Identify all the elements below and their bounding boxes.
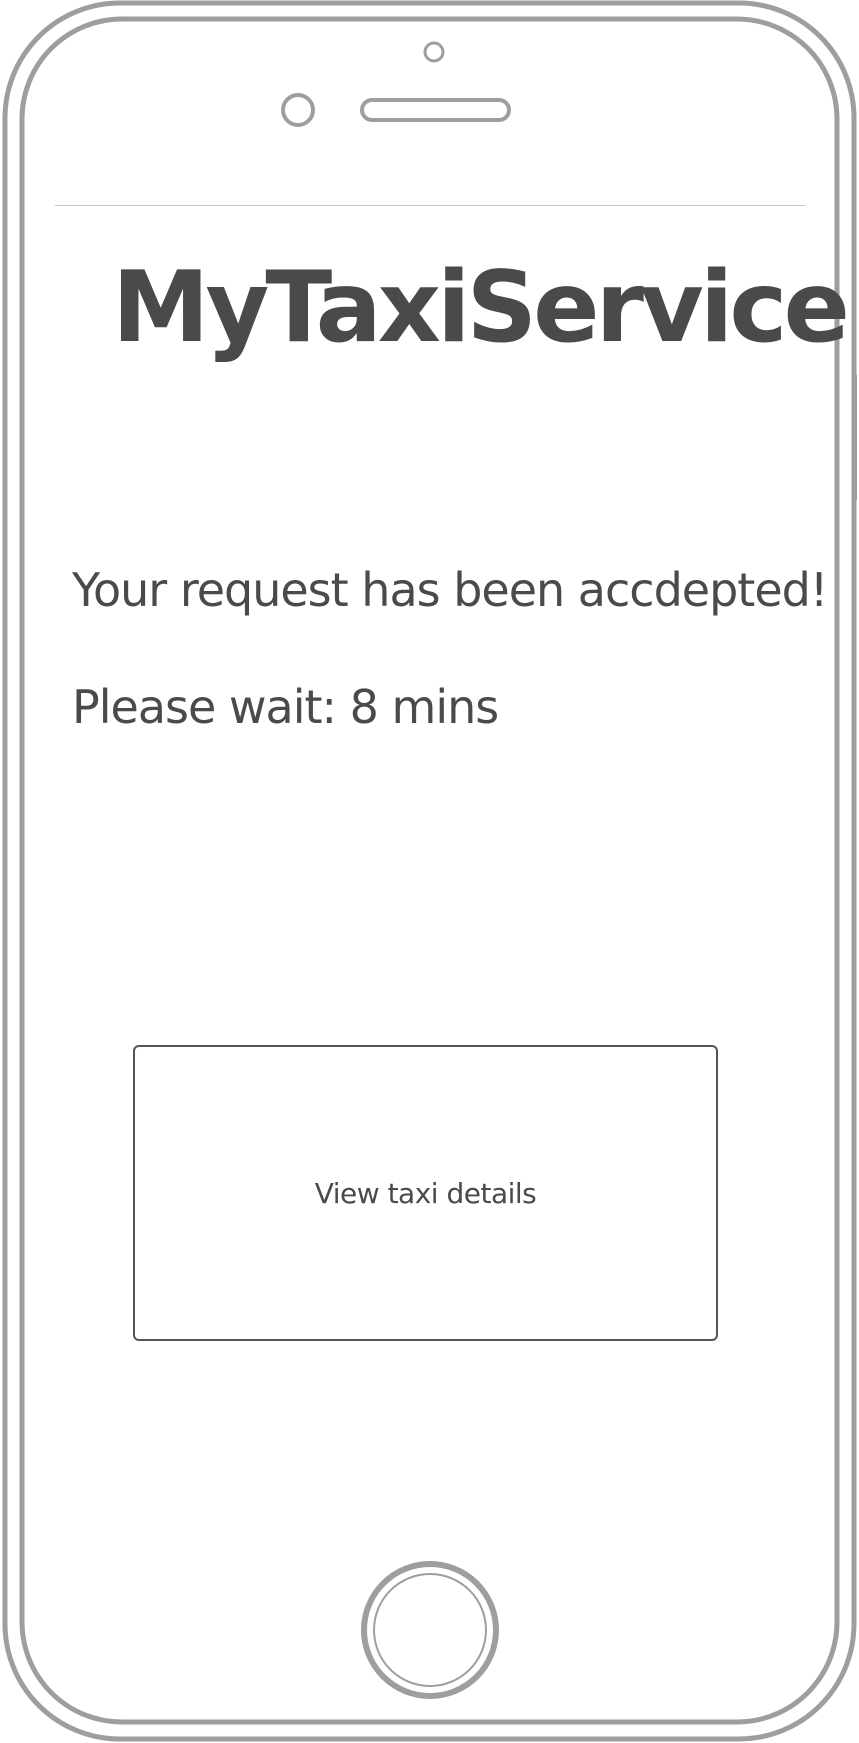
view-taxi-details-button[interactable]: View taxi details — [133, 1045, 718, 1341]
home-button-icon[interactable] — [360, 1560, 500, 1700]
home-button-outer-ring — [361, 1561, 499, 1699]
home-button-inner-ring — [373, 1573, 487, 1687]
speaker-icon — [360, 98, 511, 122]
screen-top-divider — [55, 205, 805, 206]
camera-icon — [281, 93, 315, 127]
wait-time-message: Please wait: 8 mins — [72, 680, 499, 734]
sensor-icon — [423, 41, 445, 63]
view-taxi-details-label: View taxi details — [314, 1176, 537, 1210]
app-title: MyTaxiService — [112, 251, 850, 365]
request-accepted-message: Your request has been accdepted! — [72, 563, 828, 617]
